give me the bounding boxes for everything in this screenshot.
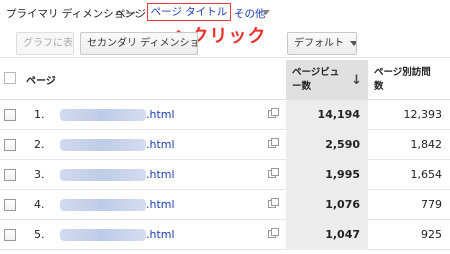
show-in-chart-button[interactable]: グラフに表示 — [16, 32, 74, 55]
pageviews-value: 1,076 — [286, 190, 368, 220]
table-row: 5. .html 1,047 925 — [0, 220, 450, 250]
open-external-icon[interactable] — [268, 168, 279, 178]
unique-pageviews-value: 925 — [421, 228, 442, 241]
sort-descending-icon: ↓ — [351, 73, 362, 88]
row-checkbox[interactable] — [4, 109, 16, 121]
pageviews-value: 2,590 — [286, 130, 368, 160]
row-checkbox[interactable] — [4, 139, 16, 151]
page-link[interactable]: .html — [146, 198, 175, 211]
blurred-url-path — [60, 109, 146, 121]
secondary-dimension-button[interactable]: セカンダリ ディメンション — [80, 32, 198, 55]
blurred-url-path — [60, 199, 146, 211]
page-link[interactable]: .html — [146, 228, 175, 241]
row-number: 5. — [34, 228, 45, 241]
pageviews-value: 1,995 — [286, 160, 368, 190]
page-link[interactable]: .html — [146, 168, 175, 181]
row-checkbox[interactable] — [4, 199, 16, 211]
header-pageviews-label: ページビュー数 — [292, 67, 340, 92]
header-unique-pageviews[interactable]: ページ別訪問数 — [370, 60, 450, 100]
row-checkbox[interactable] — [4, 229, 16, 241]
pageviews-value: 1,047 — [286, 220, 368, 250]
page-link[interactable]: .html — [146, 108, 175, 121]
chevron-down-icon[interactable] — [262, 10, 270, 15]
chevron-down-icon — [350, 40, 356, 46]
dimension-page-option[interactable]: ページ — [115, 6, 146, 21]
open-external-icon[interactable] — [268, 228, 279, 238]
select-all-checkbox[interactable] — [4, 72, 16, 84]
row-number: 4. — [34, 198, 45, 211]
header-pageviews[interactable]: ページビュー数 ↓ — [286, 60, 368, 100]
table-row: 4. .html 1,076 779 — [0, 190, 450, 220]
dimension-page-title-link[interactable]: ページ タイトル — [147, 3, 231, 21]
open-external-icon[interactable] — [268, 138, 279, 148]
blurred-url-path — [60, 139, 146, 151]
table-row: 3. .html 1,995 1,654 — [0, 160, 450, 190]
dimension-other-link[interactable]: その他 — [234, 6, 266, 21]
open-external-icon[interactable] — [268, 198, 279, 208]
secondary-dimension-label: セカンダリ ディメンション — [87, 38, 198, 49]
sort-type-dropdown[interactable]: デフォルト — [287, 32, 357, 55]
unique-pageviews-value: 779 — [421, 198, 442, 211]
blurred-url-path — [60, 229, 146, 241]
row-number: 3. — [34, 168, 45, 181]
blurred-url-path — [60, 169, 146, 181]
table-row: 1. .html 14,194 12,393 — [0, 100, 450, 130]
unique-pageviews-value: 1,654 — [410, 168, 443, 181]
row-number: 1. — [34, 108, 45, 121]
header-unique-pageviews-label: ページ別訪問数 — [374, 67, 431, 92]
table-row: 2. .html 2,590 1,842 — [0, 130, 450, 160]
table-toolbar: グラフに表示 セカンダリ ディメンション デフォルト — [0, 30, 450, 58]
sort-type-label: デフォルト — [294, 38, 344, 49]
page-link[interactable]: .html — [146, 138, 175, 151]
header-page[interactable]: ページ — [26, 72, 56, 87]
unique-pageviews-value: 12,393 — [403, 108, 443, 121]
unique-pageviews-value: 1,842 — [410, 138, 443, 151]
open-external-icon[interactable] — [268, 108, 279, 118]
table-header: ページ ページビュー数 ↓ ページ別訪問数 — [0, 60, 450, 100]
pageviews-value: 14,194 — [286, 100, 368, 130]
row-checkbox[interactable] — [4, 169, 16, 181]
row-number: 2. — [34, 138, 45, 151]
